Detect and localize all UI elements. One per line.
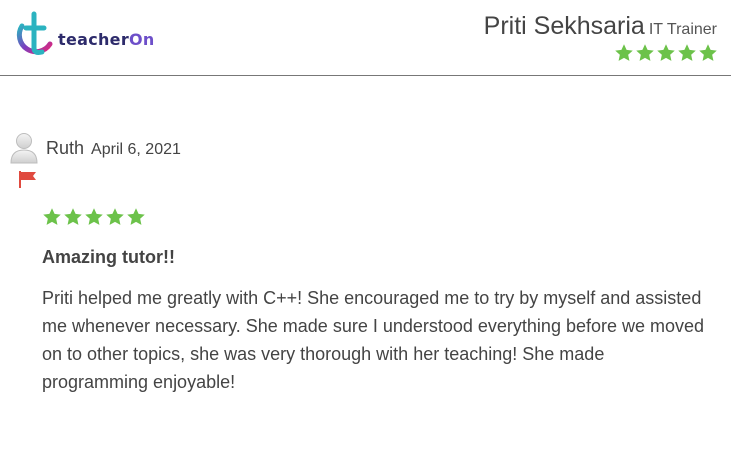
star-icon — [127, 208, 145, 225]
review-author: Ruth — [46, 138, 85, 158]
star-icon — [699, 44, 717, 61]
star-icon — [85, 208, 103, 225]
review-rating-stars — [42, 207, 146, 227]
site-header: teacherOn Priti Sekhsaria IT Trainer — [0, 0, 731, 76]
logo-mark-icon — [16, 11, 53, 55]
star-icon — [678, 44, 696, 61]
user-avatar-icon — [10, 133, 38, 164]
tutor-role: IT Trainer — [648, 21, 717, 38]
star-icon — [43, 208, 61, 225]
tutor-heading: Priti Sekhsaria IT Trainer — [484, 12, 717, 41]
review-title: Amazing tutor!! — [42, 247, 175, 267]
star-icon — [636, 44, 654, 61]
star-icon — [657, 44, 675, 61]
star-icon — [106, 208, 124, 225]
review-meta: Ruth April 6, 2021 — [46, 138, 181, 159]
review-body: Priti helped me greatly with C++! She en… — [42, 288, 705, 392]
star-icon — [64, 208, 82, 225]
tutor-rating-stars — [614, 43, 718, 63]
logo-wordmark: teacherOn — [58, 30, 155, 49]
review-date: April 6, 2021 — [91, 141, 181, 158]
tutor-name[interactable]: Priti Sekhsaria — [484, 12, 645, 40]
star-icon — [615, 44, 633, 61]
report-flag-icon[interactable] — [18, 170, 38, 188]
teacheron-logo[interactable]: teacherOn — [12, 8, 162, 64]
